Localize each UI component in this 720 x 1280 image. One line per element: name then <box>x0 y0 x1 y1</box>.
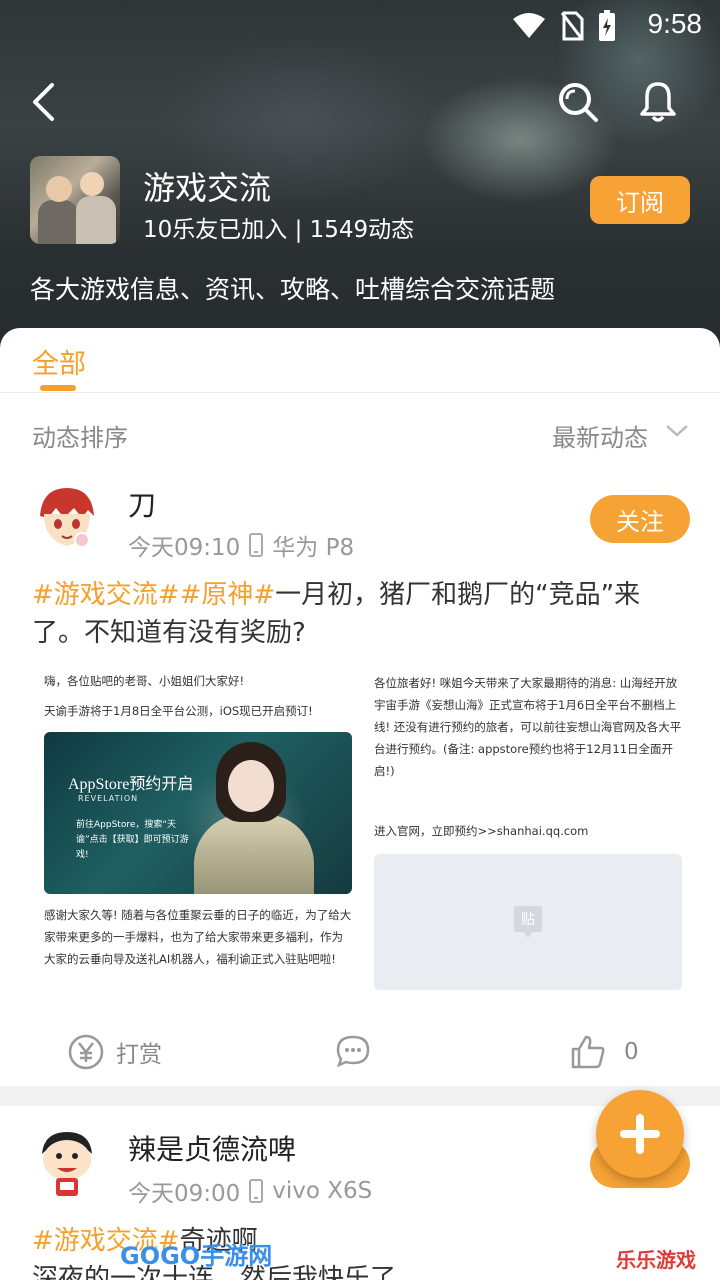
back-arrow-icon <box>33 83 54 121</box>
comment-button[interactable] <box>336 1034 370 1068</box>
forum-avatar <box>30 156 120 244</box>
image-text-line: 天谕手游将于1月8日全平台公测，iOS现已开启预订! <box>44 704 313 718</box>
comment-icon <box>336 1035 370 1068</box>
phone-icon <box>249 1179 264 1203</box>
phone-icon <box>249 533 264 557</box>
promo-banner: AppStore预约开启 REVELATION 前往AppStore，搜索“天谕… <box>44 732 352 894</box>
reward-button[interactable]: 打赏 <box>68 1034 162 1070</box>
post-time: 今天09:10 <box>128 535 241 561</box>
user-avatar[interactable] <box>30 1124 104 1198</box>
post-meta: 今天09:00 vivo X6S <box>128 1174 372 1208</box>
watermark-left: GOGO手游网 <box>120 1242 273 1270</box>
like-button[interactable]: 0 <box>570 1034 639 1070</box>
follow-button[interactable]: 关注 <box>590 495 690 543</box>
chevron-down-icon[interactable] <box>664 420 690 440</box>
wifi-icon <box>513 13 545 38</box>
promo-text: 前往AppStore，搜索“天谕”点击【获取】即可预订游戏! <box>76 820 189 860</box>
post-time: 今天09:00 <box>128 1181 241 1207</box>
search-icon <box>559 83 598 122</box>
no-sim-icon <box>560 11 584 41</box>
promo-subtitle: REVELATION <box>78 794 139 803</box>
forum-title: 游戏交流 <box>143 169 272 207</box>
yuan-coin-icon <box>68 1034 104 1070</box>
like-count: 0 <box>624 1039 639 1065</box>
tab-divider <box>0 392 720 393</box>
image-text-line: 嗨，各位贴吧的老哥、小姐姐们大家好! <box>44 674 245 688</box>
post-device: vivo X6S <box>272 1178 373 1204</box>
sort-dropdown[interactable]: 最新动态 <box>552 418 648 453</box>
post-placeholder-icon: 贴 <box>514 906 542 938</box>
hashtag-link[interactable]: #游戏交流# <box>32 580 180 610</box>
notification-button[interactable] <box>628 72 688 132</box>
post-image-left[interactable]: 嗨，各位贴吧的老哥、小姐姐们大家好! 天谕手游将于1月8日全平台公测，iOS现已… <box>32 660 362 990</box>
post-meta: 今天09:10 华为 P8 <box>128 528 354 562</box>
post-content[interactable]: #游戏交流##原神#一月初，猪厂和鹅厂的“竞品”来了。不知道有没有奖励? <box>32 576 692 652</box>
promo-title: AppStore预约开启 <box>68 776 194 793</box>
bell-icon <box>640 82 676 122</box>
post-username[interactable]: 刀 <box>128 484 156 524</box>
status-icons <box>512 10 616 42</box>
tab-active-indicator <box>40 385 76 391</box>
back-button[interactable] <box>14 72 74 132</box>
thumbs-up-icon <box>571 1035 605 1069</box>
forum-stats: 10乐友已加入 | 1549动态 <box>143 217 415 243</box>
sort-label: 动态排序 <box>32 424 128 452</box>
status-time: 9:58 <box>647 8 703 39</box>
placeholder-glyph: 贴 <box>521 912 535 928</box>
image-body-text: 各位旅者好! 咪姐今天带来了大家最期待的消息: 山海经开放宇宙手游《妄想山海》正… <box>374 676 682 778</box>
battery-icon <box>599 10 615 41</box>
image-footer-text: 感谢大家久等! 随着与各位重聚云垂的日子的临近，为了给大家带来更多的一手爆料，也… <box>44 908 352 966</box>
post-username[interactable]: 辣是贞德流啤 <box>128 1128 296 1168</box>
post-device: 华为 P8 <box>272 535 355 561</box>
watermark-right: 乐乐游戏 <box>616 1248 696 1272</box>
anime-avatar-icon <box>30 480 104 554</box>
search-button[interactable] <box>548 72 608 132</box>
subscribe-button[interactable]: 订阅 <box>590 176 690 224</box>
status-bar: 9:58 <box>0 0 720 50</box>
image-link-text: 进入官网，立即预约>>shanhai.qq.com <box>374 824 589 838</box>
user-avatar[interactable] <box>30 480 104 554</box>
hashtag-link[interactable]: #原神# <box>180 580 276 610</box>
forum-description: 各大游戏信息、资讯、攻略、吐槽综合交流话题 <box>30 275 556 304</box>
post-image-right[interactable]: 各位旅者好! 咪姐今天带来了大家最期待的消息: 山海经开放宇宙手游《妄想山海》正… <box>362 660 692 990</box>
page: 9:58 游戏交流 10乐友已加入 | 1549动态 订阅 各大游戏信息、资讯、… <box>0 0 720 1280</box>
plus-icon <box>620 1114 660 1154</box>
image-placeholder: 贴 <box>374 854 682 990</box>
cartoon-avatar-icon <box>30 1124 104 1198</box>
reward-label: 打赏 <box>116 1042 162 1068</box>
tab-all[interactable]: 全部 <box>32 342 86 381</box>
create-post-button[interactable] <box>596 1090 684 1178</box>
